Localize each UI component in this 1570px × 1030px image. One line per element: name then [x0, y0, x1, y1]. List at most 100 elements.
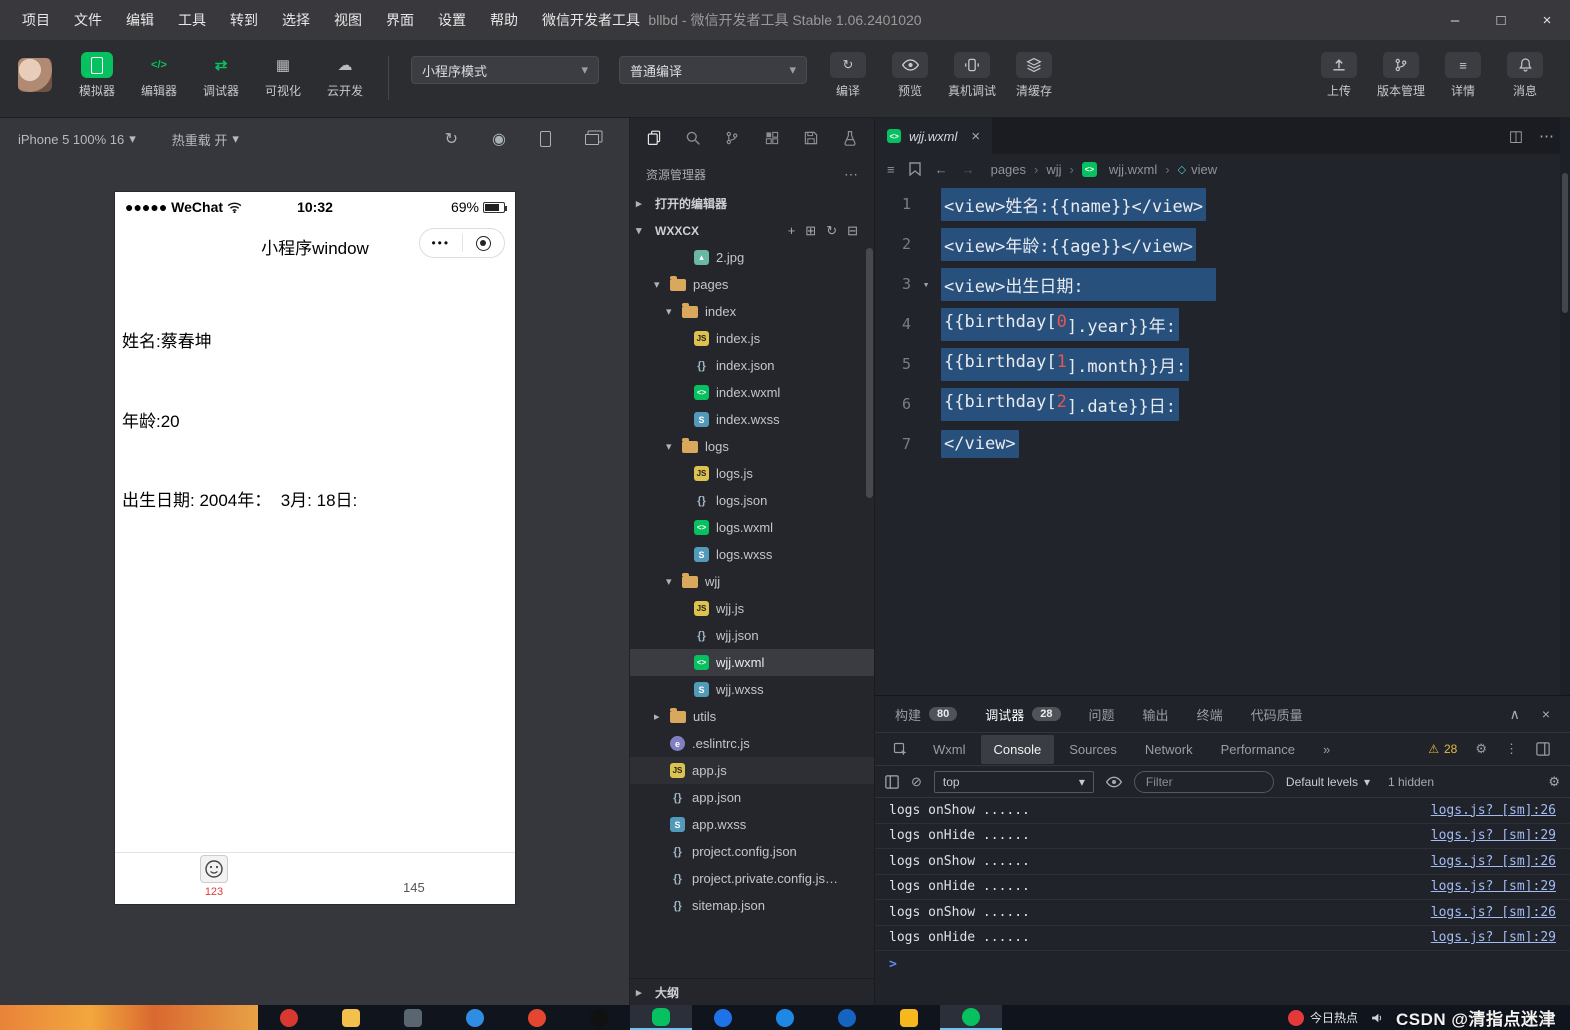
volume-icon[interactable]: [1370, 1011, 1384, 1025]
tab-debugger[interactable]: 调试器 28: [985, 705, 1061, 724]
devtools-settings-icon[interactable]: ⚙: [1475, 741, 1487, 757]
tree-folder-index[interactable]: ▾ index: [630, 298, 874, 325]
menu-interface[interactable]: 界面: [374, 0, 426, 40]
source-control-icon[interactable]: [724, 130, 740, 146]
code-editor[interactable]: 1 <view>姓名:{{name}}</view> 2 <view>年龄:{{…: [875, 184, 1560, 695]
hot-reload-toggle[interactable]: 热重载 开 ▾: [172, 130, 239, 149]
close-button[interactable]: ×: [1524, 0, 1570, 40]
outline-list-icon[interactable]: ≡: [887, 162, 895, 177]
editor-scrollbar[interactable]: [1560, 118, 1570, 695]
devtools-menu-icon[interactable]: ⋮: [1505, 741, 1518, 757]
menu-help[interactable]: 帮助: [478, 0, 530, 40]
collapse-all-icon[interactable]: ⊟: [847, 223, 858, 239]
tree-folder-wjj[interactable]: ▾ wjj: [630, 568, 874, 595]
user-avatar[interactable]: [18, 58, 52, 92]
tab-terminal[interactable]: 终端: [1197, 705, 1223, 724]
taskbar-app-map[interactable]: [878, 1005, 940, 1030]
tree-item-project-private-config[interactable]: project.private.config.js…: [630, 865, 874, 892]
minimize-button[interactable]: –: [1432, 0, 1478, 40]
tools-icon[interactable]: [842, 130, 858, 146]
tree-item-2-jpg[interactable]: 2.jpg: [630, 244, 874, 271]
tree-item-wjj-json[interactable]: wjj.json: [630, 622, 874, 649]
nav-back-icon[interactable]: ←: [935, 162, 948, 177]
tree-item-app-js[interactable]: app.js: [630, 757, 874, 784]
bookmark-icon[interactable]: [908, 162, 921, 176]
open-editors-section[interactable]: ▸ 打开的编辑器: [630, 190, 874, 217]
tree-item-project-config[interactable]: project.config.json: [630, 838, 874, 865]
menu-goto[interactable]: 转到: [218, 0, 270, 40]
fold-chevron-icon[interactable]: ▾: [911, 278, 941, 291]
context-select[interactable]: top ▾: [933, 770, 1094, 793]
capsule-more-button[interactable]: •••: [420, 236, 462, 250]
menu-file[interactable]: 文件: [62, 0, 114, 40]
search-icon[interactable]: [685, 130, 701, 146]
taskbar-app-myhp[interactable]: [382, 1005, 444, 1030]
inspect-element-icon[interactable]: [883, 742, 918, 757]
tree-item-app-json[interactable]: app.json: [630, 784, 874, 811]
explorer-scrollbar[interactable]: [866, 248, 873, 498]
record-stop-icon[interactable]: ◉: [492, 129, 506, 149]
remote-debug-button[interactable]: 真机调试: [941, 50, 1003, 99]
console-source-link[interactable]: logs.js? [sm]:26: [1431, 803, 1556, 818]
breadcrumb-view[interactable]: ◇ view: [1178, 162, 1217, 177]
tree-item-eslintrc[interactable]: .eslintrc.js: [630, 730, 874, 757]
taskbar-app-player[interactable]: [754, 1005, 816, 1030]
tab-problems[interactable]: 问题: [1089, 705, 1115, 724]
details-button[interactable]: ≡ 详情: [1432, 50, 1494, 99]
tree-item-wjj-wxss[interactable]: wjj.wxss: [630, 676, 874, 703]
capsule-close-button[interactable]: [463, 235, 505, 251]
dock-side-icon[interactable]: [1536, 742, 1550, 756]
tree-folder-pages[interactable]: ▾ pages: [630, 271, 874, 298]
explorer-more-icon[interactable]: ⋯: [844, 166, 858, 183]
maximize-button[interactable]: □: [1478, 0, 1524, 40]
tree-item-wjj-wxml[interactable]: wjj.wxml: [630, 649, 874, 676]
devtools-tab-sources[interactable]: Sources: [1056, 735, 1130, 764]
taskbar-app-wechat[interactable]: [630, 1005, 692, 1030]
devtools-tab-network[interactable]: Network: [1132, 735, 1206, 764]
nav-forward-icon[interactable]: →: [962, 162, 975, 177]
extensions-icon[interactable]: [764, 130, 780, 146]
editor-more-icon[interactable]: ⋯: [1539, 127, 1554, 145]
console-source-link[interactable]: logs.js? [sm]:29: [1431, 930, 1556, 945]
menu-view[interactable]: 视图: [322, 0, 374, 40]
project-root-section[interactable]: ▾ WXXCX + ⊞ ↻ ⊟: [630, 217, 874, 244]
taskbar-app-music[interactable]: [506, 1005, 568, 1030]
panel-close-icon[interactable]: ×: [1542, 706, 1550, 723]
taskbar-app-red[interactable]: [258, 1005, 320, 1030]
console-sidebar-icon[interactable]: [885, 774, 899, 789]
taskbar-app-douyin[interactable]: [568, 1005, 630, 1030]
news-widget[interactable]: [0, 1005, 258, 1030]
console-filter-input[interactable]: [1133, 770, 1274, 793]
panel-expand-icon[interactable]: ∧: [1510, 706, 1520, 723]
console-eye-icon[interactable]: [1105, 776, 1122, 788]
mode-select[interactable]: 小程序模式 ▾: [411, 56, 599, 84]
device-frame-icon[interactable]: [540, 131, 551, 147]
clear-console-icon[interactable]: ⊘: [911, 774, 922, 790]
breadcrumb-pages[interactable]: pages: [991, 162, 1026, 177]
tab-build[interactable]: 构建 80: [895, 705, 958, 724]
visualize-button[interactable]: 可视化: [252, 50, 314, 99]
taskbar-app-qq[interactable]: [692, 1005, 754, 1030]
compile-button[interactable]: ↻ 编译: [817, 50, 879, 99]
log-levels-select[interactable]: Default levels ▾: [1286, 775, 1370, 789]
outline-section[interactable]: ▸ 大纲: [630, 978, 874, 1005]
cloud-dev-button[interactable]: 云开发: [314, 50, 376, 99]
tree-item-logs-json[interactable]: logs.json: [630, 487, 874, 514]
device-selector[interactable]: iPhone 5 100% 16 ▾: [18, 131, 136, 147]
tree-item-index-wxml[interactable]: index.wxml: [630, 379, 874, 406]
console-source-link[interactable]: logs.js? [sm]:26: [1431, 905, 1556, 920]
console-prompt[interactable]: >: [875, 951, 1570, 977]
tree-item-index-json[interactable]: index.json: [630, 352, 874, 379]
devtools-tab-wxml[interactable]: Wxml: [920, 735, 979, 764]
compile-mode-select[interactable]: 普通编译 ▾: [619, 56, 807, 84]
tree-item-logs-js[interactable]: logs.js: [630, 460, 874, 487]
menu-select[interactable]: 选择: [270, 0, 322, 40]
taskbar-app-devtools[interactable]: [940, 1005, 1002, 1030]
console-settings-icon[interactable]: ⚙: [1548, 774, 1560, 790]
version-control-button[interactable]: 版本管理: [1370, 50, 1432, 99]
devtools-tab-console[interactable]: Console: [980, 734, 1055, 764]
warning-counter[interactable]: ⚠ 28: [1428, 742, 1457, 756]
new-folder-icon[interactable]: ⊞: [805, 223, 816, 239]
messages-button[interactable]: 消息: [1494, 50, 1556, 99]
menu-settings[interactable]: 设置: [426, 0, 478, 40]
